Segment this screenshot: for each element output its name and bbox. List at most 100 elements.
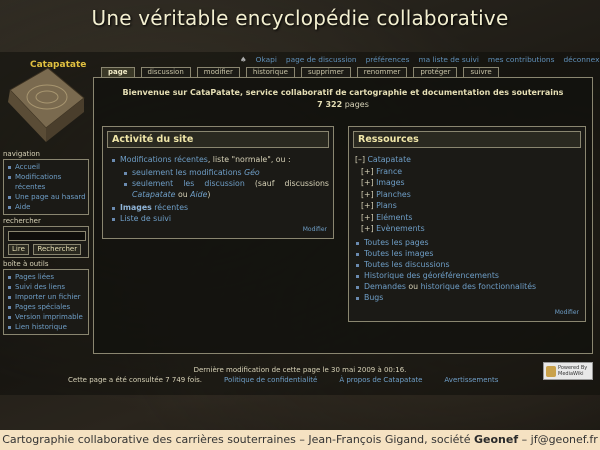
tree-node: [+] France (361, 166, 585, 178)
tree-toggle[interactable]: [+] (361, 178, 374, 187)
about-link[interactable]: À propos de Catapatate (339, 376, 422, 384)
footer-links: Cette page a été consultée 7 749 fois. P… (68, 376, 498, 384)
tree-node: [+] Eléments (361, 212, 585, 224)
images-suffix[interactable]: récentes (152, 203, 188, 212)
tree-node-link[interactable]: Images (376, 178, 404, 187)
slide-title: Une véritable encyclopédie collaborative (91, 6, 509, 30)
disclaimer-link[interactable]: Avertissements (444, 376, 498, 384)
search-heading: rechercher (3, 217, 41, 225)
site-logo[interactable] (2, 58, 90, 148)
user-link-username[interactable]: Okapi (256, 55, 277, 64)
go-button[interactable]: Lire (8, 244, 29, 255)
aide-link[interactable]: Aide (190, 190, 207, 199)
list-item: Liste de suivi (111, 213, 333, 224)
sidebar-item-special-pages[interactable]: Pages spéciales (6, 302, 86, 312)
slide-caption: Cartographie collaborative des carrières… (0, 430, 600, 450)
search-input[interactable] (8, 231, 86, 241)
features-suffix[interactable]: des fonctionnalités (460, 282, 536, 291)
tools-portlet: Pages liées Suivi des liens Importer un … (3, 269, 89, 335)
tab-protect[interactable]: protéger (413, 67, 458, 77)
sidebar-item-upload[interactable]: Importer un fichier (6, 292, 86, 302)
user-link-watchlist[interactable]: ma liste de suivi (418, 55, 478, 64)
tree-node: [+] Images (361, 177, 585, 189)
geo-changes-link[interactable]: Géo (244, 168, 260, 177)
tree-node-link[interactable]: Plans (376, 201, 397, 210)
georef-history-link[interactable]: Historique des géoréférencements (364, 271, 499, 280)
welcome-heading: Bienvenue sur CataPatate, service collab… (122, 88, 564, 97)
user-link-logout[interactable]: déconnexion (563, 55, 600, 64)
search-button[interactable]: Rechercher (33, 244, 82, 255)
tab-watch[interactable]: suivre (463, 67, 499, 77)
tab-history[interactable]: historique (245, 67, 295, 77)
mediawiki-badge-label: Powered By MediaWiki (558, 365, 588, 377)
all-images-link[interactable]: Toutes les images (364, 249, 433, 258)
last-modified: Dernière modification de cette page le 3… (193, 366, 407, 374)
tree-toggle[interactable]: [+] (361, 167, 374, 176)
tree-node: [+] Planches (361, 189, 585, 201)
page-count-suffix: pages (342, 100, 369, 109)
caption-title: Cartographie collaborative des carrières… (2, 433, 296, 446)
tab-edit[interactable]: modifier (196, 67, 240, 77)
tree-toggle[interactable]: [+] (361, 201, 374, 210)
user-link-contribs[interactable]: mes contributions (488, 55, 555, 64)
list-item: Toutes les images (355, 248, 585, 259)
user-link-prefs[interactable]: préférences (366, 55, 410, 64)
page-count-value: 7 322 (317, 100, 343, 109)
activity-edit-link[interactable]: Modifier (303, 226, 327, 233)
requests-link[interactable]: Demandes (364, 282, 406, 291)
nav-heading: navigation (3, 150, 40, 158)
tree-toggle[interactable]: [+] (361, 213, 374, 222)
tab-delete[interactable]: supprimer (300, 67, 351, 77)
tree-node-link[interactable]: Planches (376, 190, 411, 199)
caption-company: Geonef (474, 433, 519, 446)
list-item: Historique des géoréférencements (355, 270, 585, 281)
sidebar-item-whatlinkshere[interactable]: Pages liées (6, 272, 86, 282)
tree-node-link[interactable]: Eléments (376, 213, 412, 222)
main-content: Bienvenue sur CataPatate, service collab… (93, 77, 593, 354)
sidebar-item-permalink[interactable]: Lien historique (6, 322, 86, 332)
features-history-link[interactable]: historique (421, 282, 460, 291)
sidebar-item-home[interactable]: Accueil (6, 162, 86, 172)
sidebar-item-random[interactable]: Une page au hasard (6, 192, 86, 202)
tree-root-link[interactable]: Catapatate (367, 155, 410, 164)
ou-text: ou (175, 190, 191, 199)
tree-node-link[interactable]: France (376, 167, 402, 176)
sidebar-item-recent-changes[interactable]: Modifications récentes (6, 172, 86, 192)
tree-node-link[interactable]: Evènements (376, 224, 425, 233)
all-discussions-link[interactable]: Toutes les discussions (364, 260, 450, 269)
tree-toggle[interactable]: [+] (361, 224, 374, 233)
all-pages-link[interactable]: Toutes les pages (364, 238, 429, 247)
view-count: Cette page a été consultée 7 749 fois. (68, 376, 203, 384)
sidebar-item-related-changes[interactable]: Suivi des liens (6, 282, 86, 292)
privacy-link[interactable]: Politique de confidentialité (224, 376, 317, 384)
close-paren: ) (207, 190, 211, 199)
tools-heading: boîte à outils (3, 260, 49, 268)
watchlist-link[interactable]: Liste de suivi (120, 214, 171, 223)
mediawiki-badge[interactable]: Powered By MediaWiki (543, 362, 593, 380)
site-name: Catapatate (30, 60, 87, 70)
resources-edit-link[interactable]: Modifier (555, 309, 579, 316)
discussion-link[interactable]: discussion (204, 179, 244, 188)
recent-changes-link[interactable]: Modifications récentes (120, 155, 208, 164)
tab-page[interactable]: page (101, 67, 135, 77)
list-item: Modifications récentes, liste "normale",… (111, 154, 333, 165)
geo-changes-prefix[interactable]: seulement les modifications (132, 168, 244, 177)
tree-toggle[interactable]: [–] (355, 155, 365, 164)
discussion-prefix[interactable]: seulement les (132, 179, 204, 188)
search-portlet: Lire Rechercher (3, 226, 89, 258)
images-link[interactable]: Images (120, 203, 152, 212)
sidebar-item-help[interactable]: Aide (6, 202, 86, 212)
recent-suffix: , liste "normale", ou : (207, 155, 291, 164)
list-item: Images récentes (111, 202, 333, 213)
bugs-link[interactable]: Bugs (364, 293, 383, 302)
activity-title: Activité du site (107, 131, 329, 148)
tab-discussion[interactable]: discussion (140, 67, 191, 77)
sidebar-item-printable[interactable]: Version imprimable (6, 312, 86, 322)
catapatate-link[interactable]: Catapatate (132, 190, 175, 199)
list-item: Bugs (355, 292, 585, 303)
list-item: seulement les modifications Géo (123, 167, 333, 178)
tree-toggle[interactable]: [+] (361, 190, 374, 199)
page-count: 7 322 pages (94, 100, 592, 109)
tab-rename[interactable]: renommer (356, 67, 408, 77)
user-link-talk[interactable]: page de discussion (286, 55, 357, 64)
